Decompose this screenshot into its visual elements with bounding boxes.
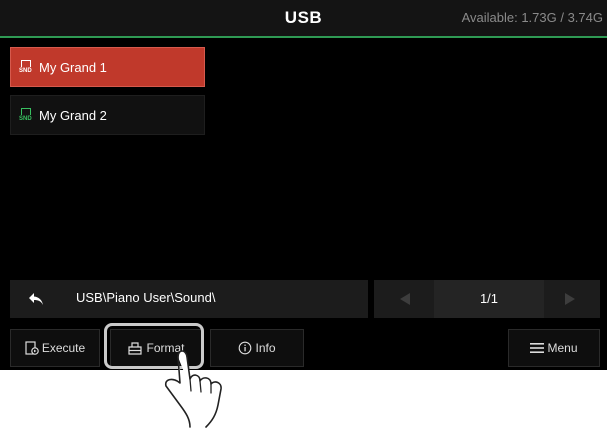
- next-page-button[interactable]: [545, 280, 595, 318]
- file-name: My Grand 1: [39, 59, 107, 75]
- usb-screen: USB Available: 1.73G / 3.74G SND My Gran…: [0, 0, 607, 370]
- execute-button[interactable]: Execute: [10, 329, 100, 367]
- title-bar: USB Available: 1.73G / 3.74G: [0, 0, 607, 38]
- prev-page-button[interactable]: [380, 280, 430, 318]
- hamburger-menu-icon: [530, 343, 545, 353]
- pointing-hand-icon: [164, 350, 222, 428]
- menu-button[interactable]: Menu: [508, 329, 600, 367]
- current-path: USB\Piano User\Sound\: [76, 290, 216, 305]
- page-indicator: 1/1: [479, 291, 499, 306]
- back-arrow-icon: [29, 293, 43, 305]
- menu-label: Menu: [547, 341, 578, 355]
- info-label: Info: [255, 341, 276, 355]
- file-item-my-grand-2[interactable]: SND My Grand 2: [10, 95, 205, 135]
- storage-available: Available: 1.73G / 3.74G: [461, 10, 603, 25]
- file-name: My Grand 2: [39, 107, 107, 123]
- back-button[interactable]: [10, 280, 62, 318]
- triangle-right-icon: [565, 293, 575, 305]
- snd-file-icon: SND: [19, 108, 33, 122]
- snd-file-icon: SND: [19, 60, 33, 74]
- triangle-left-icon: [400, 293, 410, 305]
- file-item-my-grand-1[interactable]: SND My Grand 1: [10, 47, 205, 87]
- execute-icon: [25, 341, 39, 355]
- execute-label: Execute: [41, 341, 86, 355]
